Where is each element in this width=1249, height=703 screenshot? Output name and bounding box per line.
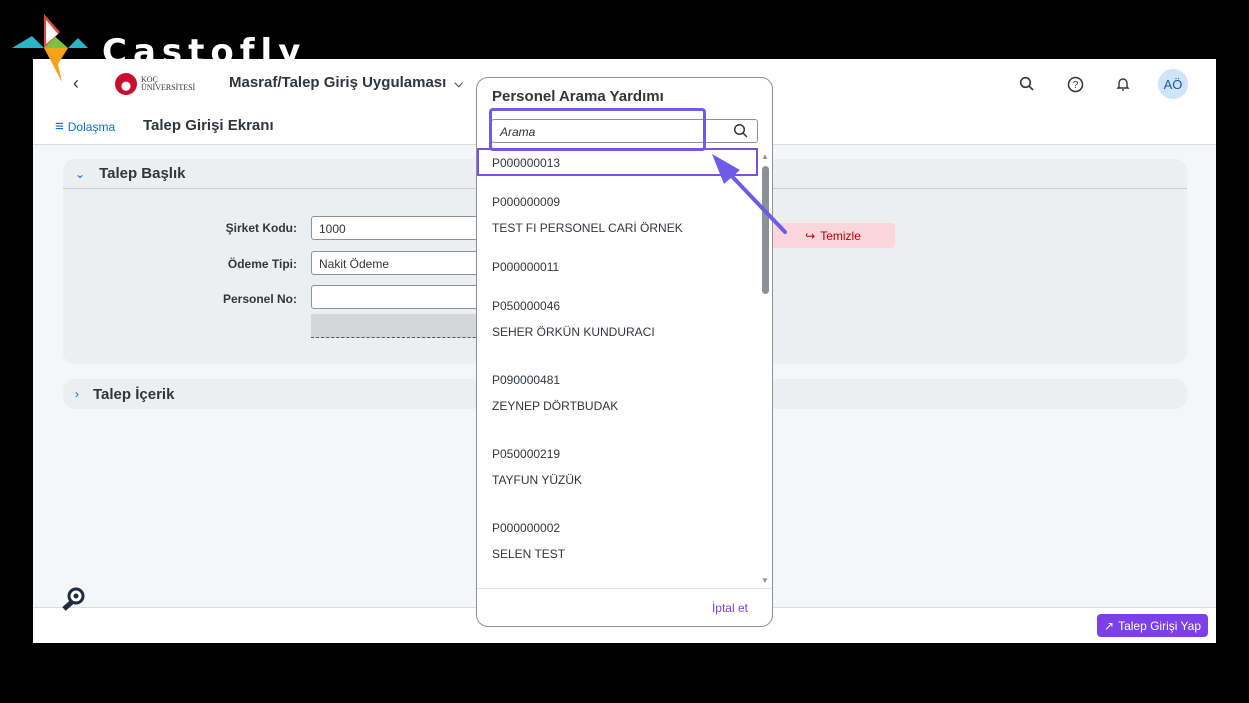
scroll-up-icon[interactable]: ▲: [761, 152, 769, 161]
personnel-search-dialog: Personel Arama Yardımı Arama P000000013 …: [476, 77, 773, 627]
redo-icon: ↪: [805, 228, 816, 243]
scrollbar-thumb[interactable]: [762, 166, 769, 294]
personnel-no-label: Personel No:: [222, 292, 297, 306]
list-item-id[interactable]: P000000002: [492, 521, 560, 535]
dialog-title: Personel Arama Yardımı: [492, 88, 664, 105]
bell-icon[interactable]: [1110, 71, 1136, 97]
castofly-text: Castofly: [102, 32, 307, 72]
panel-title: Talep Başlık: [99, 165, 186, 182]
list-item-name[interactable]: SEHER ÖRKÜN KUNDURACI: [492, 325, 655, 339]
payment-type-label: Ödeme Tipi:: [227, 257, 297, 271]
company-code-label: Şirket Kodu:: [225, 221, 297, 235]
search-placeholder: Arama: [500, 125, 536, 139]
list-item-name[interactable]: TEST FI PERSONEL CARİ ÖRNEK: [492, 221, 683, 235]
help-icon[interactable]: ?: [1062, 71, 1088, 97]
list-item-id[interactable]: P090000481: [492, 373, 560, 387]
list-item-id[interactable]: P050000046: [492, 299, 560, 313]
svg-text:?: ?: [1072, 80, 1078, 91]
navigation-button[interactable]: ≡ Dolaşma: [55, 118, 115, 135]
shell-actions: ? AÖ: [1014, 69, 1188, 99]
list-item-id[interactable]: P000000009: [492, 195, 560, 209]
dialog-footer: İptal et: [477, 588, 772, 626]
submit-request-button[interactable]: ↗ Talep Girişi Yap: [1097, 614, 1208, 637]
scroll-down-icon[interactable]: ▼: [761, 576, 769, 585]
search-icon[interactable]: [1014, 71, 1040, 97]
personnel-list: P000000013 P000000009 TEST FI PERSONEL C…: [477, 150, 761, 588]
castofly-watermark: Castofly: [10, 10, 310, 82]
list-item-name[interactable]: ZEYNEP DÖRTBUDAK: [492, 399, 618, 413]
search-input[interactable]: Arama: [491, 119, 758, 143]
panel-title: Talep İçerik: [93, 385, 175, 403]
joule-assistant-icon[interactable]: [61, 587, 87, 617]
chevron-down-icon: ⌵: [454, 78, 463, 90]
chevron-right-icon: ›: [75, 387, 79, 401]
list-item-name[interactable]: TAYFUN YÜZÜK: [492, 473, 582, 487]
list-item-id[interactable]: P000000011: [492, 260, 559, 274]
page-title: Talep Girişi Ekranı: [143, 117, 274, 134]
castofly-logo-icon: [12, 14, 88, 82]
search-icon[interactable]: [733, 123, 749, 144]
list-item-id[interactable]: P000000013: [492, 156, 560, 170]
clear-button[interactable]: ↪ Temizle: [771, 223, 895, 248]
menu-icon: ≡: [55, 118, 64, 135]
avatar[interactable]: AÖ: [1158, 69, 1188, 99]
chevron-down-icon: ⌄: [75, 166, 86, 181]
list-item-id[interactable]: P050000219: [492, 447, 560, 461]
forward-icon: ↗: [1104, 618, 1115, 633]
cancel-button[interactable]: İptal et: [712, 601, 748, 615]
list-item-name[interactable]: SELEN TEST: [492, 547, 565, 561]
